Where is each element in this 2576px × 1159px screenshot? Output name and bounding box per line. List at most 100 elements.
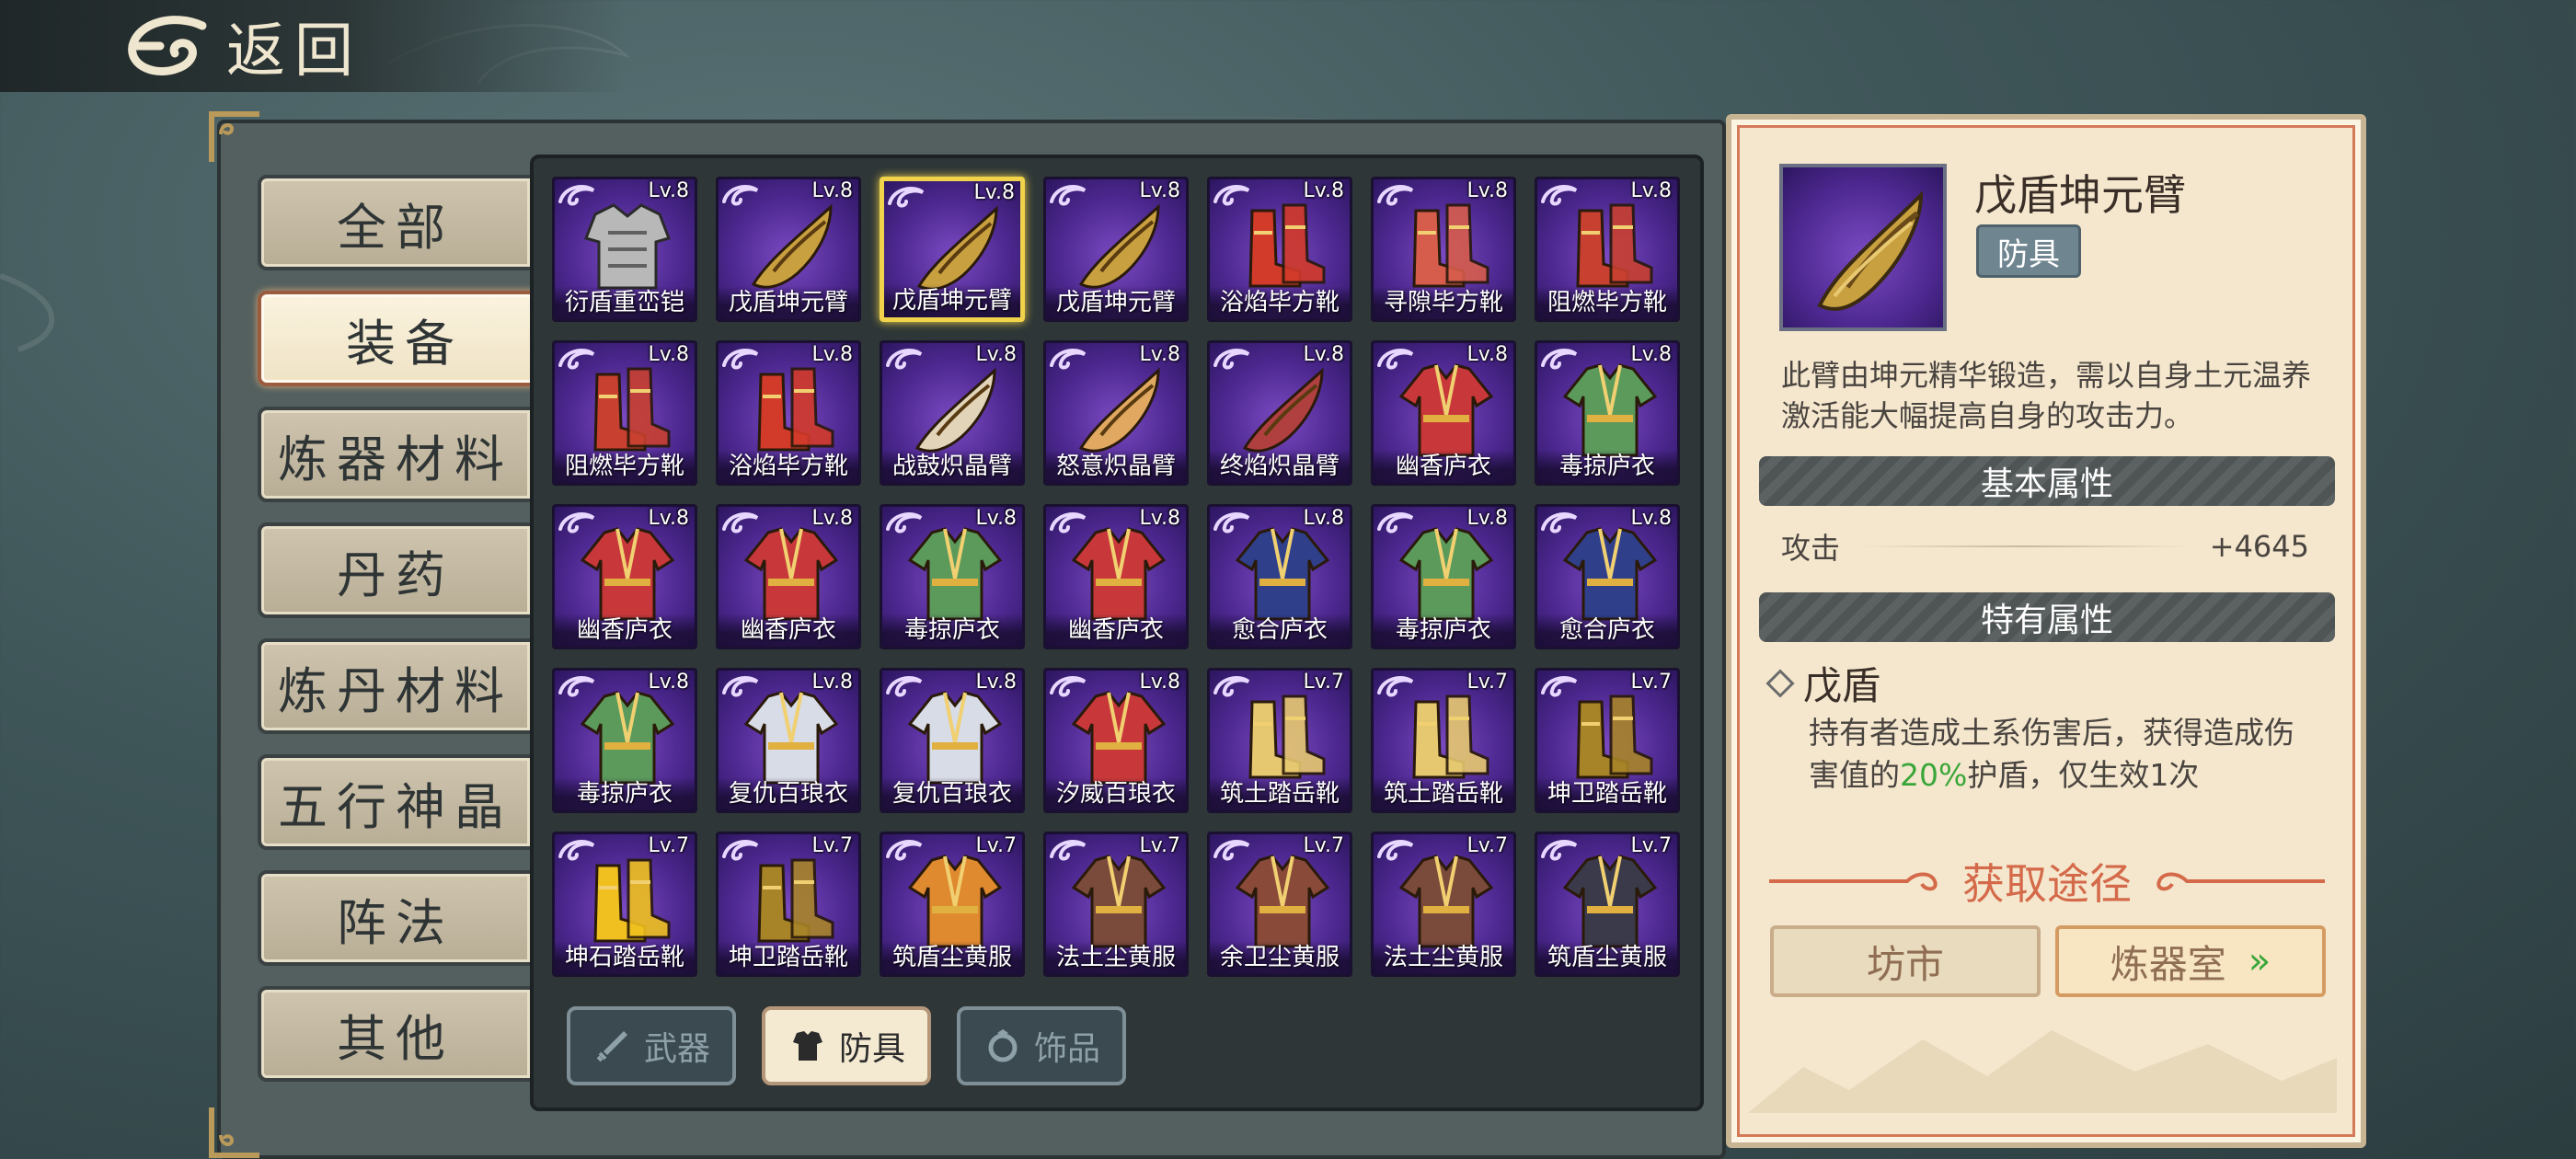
category-tab-label: 炼丹材料 — [278, 661, 513, 720]
item-level: Lv.8 — [1139, 343, 1180, 366]
inventory-item[interactable]: Lv.8 毒掠庐衣 — [552, 668, 697, 813]
forge-room-button[interactable]: 炼器室 » — [2055, 925, 2326, 997]
boots-icon — [757, 367, 834, 452]
category-tab-other[interactable]: 其他 — [258, 986, 534, 1082]
inventory-item[interactable]: Lv.8 寻隙毕方靴 — [1371, 177, 1516, 322]
bracer-icon — [1817, 190, 1924, 311]
inventory-item[interactable]: Lv.8 愈合庐衣 — [1207, 504, 1352, 649]
inventory-item[interactable]: Lv.7 余卫尘黄服 — [1207, 832, 1352, 977]
item-name-label: 复仇百琅衣 — [719, 777, 858, 810]
item-level: Lv.8 — [648, 671, 689, 694]
inventory-item[interactable]: Lv.8 复仇百琅衣 — [716, 668, 861, 813]
inventory-item[interactable]: Lv.8 怒意炽晶臂 — [1043, 340, 1189, 486]
special-attributes-header: 特有属性 — [1759, 592, 2335, 642]
market-button[interactable]: 坊市 — [1770, 925, 2041, 997]
category-tab-formations[interactable]: 阵法 — [258, 870, 534, 966]
inventory-item[interactable]: Lv.8 汐威百琅衣 — [1043, 668, 1189, 813]
item-level: Lv.8 — [1466, 179, 1508, 202]
inventory-item[interactable]: Lv.8 戊盾坤元臂 — [880, 177, 1025, 322]
inventory-item[interactable]: Lv.7 坤石踏岳靴 — [552, 832, 697, 977]
inventory-item[interactable]: Lv.7 筑盾尘黄服 — [880, 832, 1025, 977]
inventory-item[interactable]: Lv.8 战鼓炽晶臂 — [880, 340, 1025, 486]
inventory-item[interactable]: Lv.8 戊盾坤元臂 — [1043, 177, 1189, 322]
diamond-bullet-icon — [1765, 668, 1795, 698]
category-tab-pills[interactable]: 丹药 — [258, 522, 534, 618]
item-level: Lv.8 — [1303, 179, 1344, 202]
robe-icon — [1562, 527, 1658, 621]
item-level: Lv.8 — [1466, 507, 1508, 530]
item-name-label: 法土尘黄服 — [1046, 941, 1186, 974]
category-tab-label: 炼器材料 — [278, 430, 513, 488]
category-tab-label: 阵法 — [337, 893, 454, 952]
item-name-label: 毒掠庐衣 — [1374, 614, 1513, 647]
item-level: Lv.8 — [648, 343, 689, 366]
inventory-item[interactable]: Lv.8 衍盾重峦铠 — [552, 177, 697, 322]
inventory-item[interactable]: Lv.8 浴焰毕方靴 — [1207, 177, 1352, 322]
inventory-item[interactable]: Lv.8 毒掠庐衣 — [1371, 504, 1516, 649]
inventory-item[interactable]: Lv.8 复仇百琅衣 — [880, 668, 1025, 813]
item-level: Lv.8 — [811, 671, 853, 694]
ornament-right-icon — [2156, 872, 2325, 891]
category-tab-forging-materials[interactable]: 炼器材料 — [258, 407, 534, 502]
inventory-item[interactable]: Lv.8 愈合庐衣 — [1535, 504, 1680, 649]
item-description: 此臂由坤元精华锻造，需以自身土元温养激活能大幅提高自身的攻击力。 — [1781, 358, 2312, 433]
inventory-item[interactable]: Lv.7 筑土踏岳靴 — [1207, 668, 1352, 813]
inventory-item[interactable]: Lv.7 筑土踏岳靴 — [1371, 668, 1516, 813]
tab-accessory[interactable]: 饰品 — [957, 1006, 1127, 1085]
robe-icon — [907, 527, 1003, 621]
bracer-icon — [1078, 367, 1160, 453]
back-label: 返回 — [226, 17, 362, 86]
attribute-value: +4645 — [2209, 529, 2309, 564]
basic-attributes-header: 基本属性 — [1759, 456, 2335, 506]
inventory-item[interactable]: Lv.7 坤卫踏岳靴 — [1535, 668, 1680, 813]
inventory-item[interactable]: Lv.8 浴焰毕方靴 — [716, 340, 861, 486]
tab-armor[interactable]: 防具 — [762, 1006, 932, 1085]
category-tab-equipment[interactable]: 装备 — [258, 291, 552, 386]
tab-weapon[interactable]: 武器 — [567, 1006, 737, 1085]
item-name-label: 毒掠庐衣 — [882, 614, 1022, 647]
item-name-label: 戊盾坤元臂 — [719, 286, 858, 319]
inventory-item[interactable]: Lv.7 法土尘黄服 — [1043, 832, 1189, 977]
special-attribute-name: 戊盾 — [1803, 663, 1881, 708]
category-tab-alchemy-materials[interactable]: 炼丹材料 — [258, 638, 534, 734]
item-name: 戊盾坤元臂 — [1974, 170, 2186, 220]
item-name-label: 阻燃毕方靴 — [1537, 286, 1677, 319]
robe-icon — [743, 527, 839, 621]
inventory-item[interactable]: Lv.8 终焰炽晶臂 — [1207, 340, 1352, 486]
item-level: Lv.8 — [648, 507, 689, 530]
inventory-item[interactable]: Lv.8 戊盾坤元臂 — [716, 177, 861, 322]
inventory-item[interactable]: Lv.8 毒掠庐衣 — [880, 504, 1025, 649]
inventory-item[interactable]: Lv.8 毒掠庐衣 — [1535, 340, 1680, 486]
category-tab-five-elements-crystals[interactable]: 五行神晶 — [258, 754, 534, 850]
inventory-item[interactable]: Lv.8 幽香庐衣 — [716, 504, 861, 649]
robe-icon — [907, 855, 1003, 948]
item-level: Lv.7 — [648, 834, 689, 857]
ring-icon — [988, 1029, 1018, 1062]
item-level: Lv.8 — [975, 507, 1017, 530]
item-name-label: 法土尘黄服 — [1374, 941, 1513, 974]
inventory-item[interactable]: Lv.8 幽香庐衣 — [1043, 504, 1189, 649]
item-name-label: 毒掠庐衣 — [1537, 450, 1677, 483]
inventory-item[interactable]: Lv.7 法土尘黄服 — [1371, 832, 1516, 977]
inventory-item[interactable]: Lv.8 幽香庐衣 — [1371, 340, 1516, 486]
inventory-item[interactable]: Lv.7 坤卫踏岳靴 — [716, 832, 861, 977]
inventory-item[interactable]: Lv.8 阻燃毕方靴 — [1535, 177, 1680, 322]
inventory-item[interactable]: Lv.8 阻燃毕方靴 — [552, 340, 697, 486]
category-tab-all[interactable]: 全部 — [258, 175, 534, 270]
inventory-item[interactable]: Lv.8 幽香庐衣 — [552, 504, 697, 649]
boots-icon — [1248, 694, 1326, 779]
item-name-label: 浴焰毕方靴 — [719, 450, 858, 483]
item-level: Lv.7 — [1630, 834, 1672, 857]
category-tab-label: 全部 — [337, 198, 454, 257]
item-name-label: 怒意炽晶臂 — [1046, 450, 1186, 483]
item-level: Lv.7 — [1139, 834, 1180, 857]
robe-icon — [1235, 855, 1330, 948]
item-name-label: 筑土踏岳靴 — [1374, 777, 1513, 810]
category-tabs: 全部 装备 炼器材料 丹药 炼丹材料 五行神晶 阵法 其他 — [258, 175, 552, 1102]
back-button[interactable]: 返回 — [0, 0, 626, 92]
item-name-label: 愈合庐衣 — [1210, 614, 1350, 647]
inventory-item[interactable]: Lv.7 筑盾尘黄服 — [1535, 832, 1680, 977]
item-level: Lv.7 — [1466, 834, 1508, 857]
item-name-label: 戊盾坤元臂 — [884, 284, 1020, 317]
special-attribute-title: 戊盾 — [1765, 655, 1881, 711]
